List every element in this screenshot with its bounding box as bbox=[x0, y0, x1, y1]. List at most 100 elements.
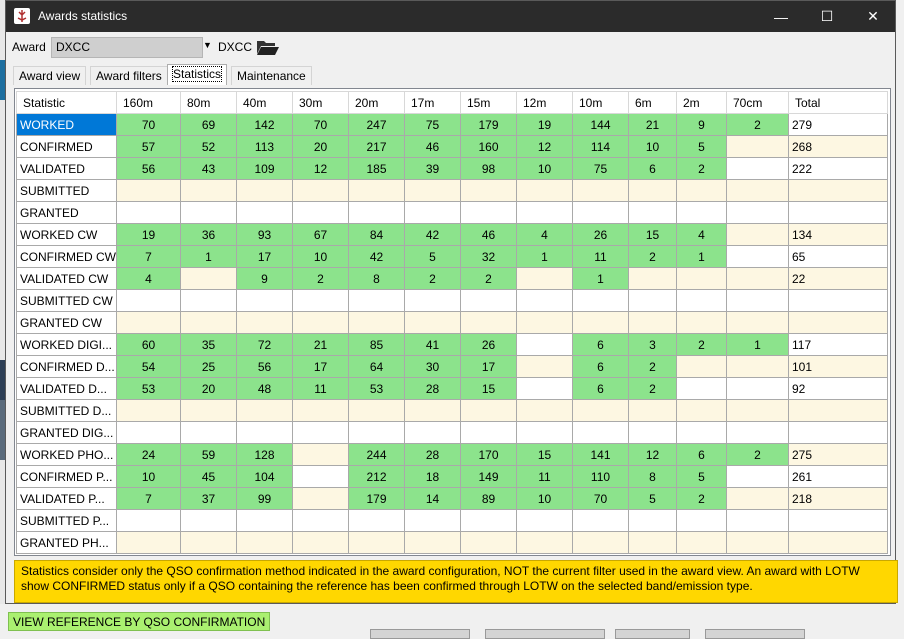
table-cell[interactable]: 1 bbox=[516, 245, 573, 268]
table-cell[interactable]: 17 bbox=[292, 355, 349, 378]
row-label[interactable]: SUBMITTED P... bbox=[16, 509, 117, 532]
table-cell[interactable] bbox=[236, 531, 293, 554]
table-row[interactable]: WORKED CW 19 36 93 67 84 42 46 4 26 15 4 134 bbox=[16, 223, 888, 246]
row-label[interactable]: VALIDATED bbox=[16, 157, 117, 180]
table-cell[interactable] bbox=[404, 311, 461, 334]
table-cell[interactable]: 2 bbox=[676, 333, 727, 356]
total-cell[interactable] bbox=[788, 421, 888, 444]
table-cell[interactable]: 2 bbox=[676, 157, 727, 180]
award-select[interactable]: DXCC bbox=[51, 37, 203, 58]
table-cell[interactable]: 15 bbox=[516, 443, 573, 466]
table-cell[interactable]: 179 bbox=[460, 113, 517, 136]
row-label[interactable]: CONFIRMED CW bbox=[16, 245, 117, 268]
table-cell[interactable] bbox=[516, 201, 573, 224]
table-cell[interactable]: 144 bbox=[572, 113, 629, 136]
table-cell[interactable]: 36 bbox=[180, 223, 237, 246]
total-cell[interactable]: 279 bbox=[788, 113, 888, 136]
table-cell[interactable] bbox=[516, 421, 573, 444]
table-cell[interactable]: 141 bbox=[572, 443, 629, 466]
table-cell[interactable] bbox=[460, 399, 517, 422]
row-label[interactable]: SUBMITTED CW bbox=[16, 289, 117, 312]
table-cell[interactable] bbox=[348, 421, 405, 444]
table-cell[interactable]: 217 bbox=[348, 135, 405, 158]
table-cell[interactable] bbox=[726, 223, 789, 246]
table-cell[interactable] bbox=[292, 289, 349, 312]
table-cell[interactable]: 4 bbox=[676, 223, 727, 246]
table-cell[interactable] bbox=[292, 421, 349, 444]
table-cell[interactable]: 42 bbox=[404, 223, 461, 246]
column-header[interactable]: 40m bbox=[236, 91, 293, 114]
table-cell[interactable]: 53 bbox=[116, 377, 181, 400]
table-cell[interactable]: 17 bbox=[236, 245, 293, 268]
table-cell[interactable] bbox=[292, 201, 349, 224]
table-cell[interactable]: 28 bbox=[404, 443, 461, 466]
table-row[interactable]: VALIDATED P... 7 37 99 179 14 89 10 70 5 2 218 bbox=[16, 487, 888, 510]
table-cell[interactable] bbox=[726, 531, 789, 554]
table-cell[interactable]: 10 bbox=[116, 465, 181, 488]
total-cell[interactable] bbox=[788, 311, 888, 334]
table-cell[interactable] bbox=[116, 179, 181, 202]
table-cell[interactable]: 75 bbox=[404, 113, 461, 136]
table-cell[interactable] bbox=[516, 179, 573, 202]
table-cell[interactable]: 15 bbox=[628, 223, 677, 246]
total-cell[interactable]: 261 bbox=[788, 465, 888, 488]
table-cell[interactable] bbox=[676, 399, 727, 422]
table-cell[interactable]: 149 bbox=[460, 465, 517, 488]
table-row[interactable]: GRANTED PH... bbox=[16, 531, 888, 554]
table-cell[interactable] bbox=[404, 421, 461, 444]
total-cell[interactable] bbox=[788, 201, 888, 224]
table-cell[interactable] bbox=[292, 399, 349, 422]
column-header[interactable]: Statistic bbox=[16, 91, 117, 114]
column-header[interactable]: 70cm bbox=[726, 91, 789, 114]
table-cell[interactable] bbox=[676, 267, 727, 290]
table-cell[interactable]: 72 bbox=[236, 333, 293, 356]
table-cell[interactable]: 19 bbox=[516, 113, 573, 136]
table-cell[interactable]: 128 bbox=[236, 443, 293, 466]
table-cell[interactable] bbox=[726, 377, 789, 400]
table-cell[interactable]: 244 bbox=[348, 443, 405, 466]
tab-maintenance[interactable]: Maintenance bbox=[231, 66, 312, 85]
table-cell[interactable] bbox=[348, 289, 405, 312]
total-cell[interactable]: 117 bbox=[788, 333, 888, 356]
table-cell[interactable] bbox=[628, 179, 677, 202]
table-cell[interactable] bbox=[180, 201, 237, 224]
table-cell[interactable]: 39 bbox=[404, 157, 461, 180]
row-label[interactable]: WORKED PHO... bbox=[16, 443, 117, 466]
table-cell[interactable]: 53 bbox=[348, 377, 405, 400]
table-row[interactable]: CONFIRMED 57 52 113 20 217 46 160 12 114 10 5 268 bbox=[16, 135, 888, 158]
table-cell[interactable]: 5 bbox=[404, 245, 461, 268]
table-cell[interactable]: 69 bbox=[180, 113, 237, 136]
table-cell[interactable]: 56 bbox=[116, 157, 181, 180]
table-row[interactable]: WORKED PHO... 24 59 128 244 28 170 15 141 12 6 2 275 bbox=[16, 443, 888, 466]
table-cell[interactable] bbox=[292, 443, 349, 466]
table-cell[interactable]: 160 bbox=[460, 135, 517, 158]
table-cell[interactable] bbox=[572, 311, 629, 334]
table-cell[interactable] bbox=[180, 311, 237, 334]
tab-award-filters[interactable]: Award filters bbox=[90, 66, 168, 85]
minimize-button[interactable]: — bbox=[758, 1, 804, 32]
table-cell[interactable]: 93 bbox=[236, 223, 293, 246]
table-cell[interactable]: 2 bbox=[628, 355, 677, 378]
table-cell[interactable]: 12 bbox=[516, 135, 573, 158]
table-cell[interactable] bbox=[292, 465, 349, 488]
chevron-down-icon[interactable]: ▼ bbox=[203, 40, 212, 50]
table-cell[interactable] bbox=[628, 509, 677, 532]
table-cell[interactable]: 15 bbox=[460, 377, 517, 400]
row-label[interactable]: GRANTED bbox=[16, 201, 117, 224]
table-cell[interactable] bbox=[460, 201, 517, 224]
column-header[interactable]: 10m bbox=[572, 91, 629, 114]
table-cell[interactable] bbox=[116, 289, 181, 312]
column-header[interactable]: 160m bbox=[116, 91, 181, 114]
table-row[interactable]: SUBMITTED P... bbox=[16, 509, 888, 532]
table-cell[interactable]: 21 bbox=[292, 333, 349, 356]
table-cell[interactable]: 21 bbox=[628, 113, 677, 136]
column-header[interactable]: 6m bbox=[628, 91, 677, 114]
maximize-button[interactable]: ☐ bbox=[804, 1, 850, 32]
table-cell[interactable]: 7 bbox=[116, 245, 181, 268]
table-cell[interactable] bbox=[116, 399, 181, 422]
table-cell[interactable]: 170 bbox=[460, 443, 517, 466]
table-cell[interactable]: 37 bbox=[180, 487, 237, 510]
table-cell[interactable] bbox=[460, 509, 517, 532]
table-cell[interactable]: 26 bbox=[572, 223, 629, 246]
table-cell[interactable]: 11 bbox=[572, 245, 629, 268]
